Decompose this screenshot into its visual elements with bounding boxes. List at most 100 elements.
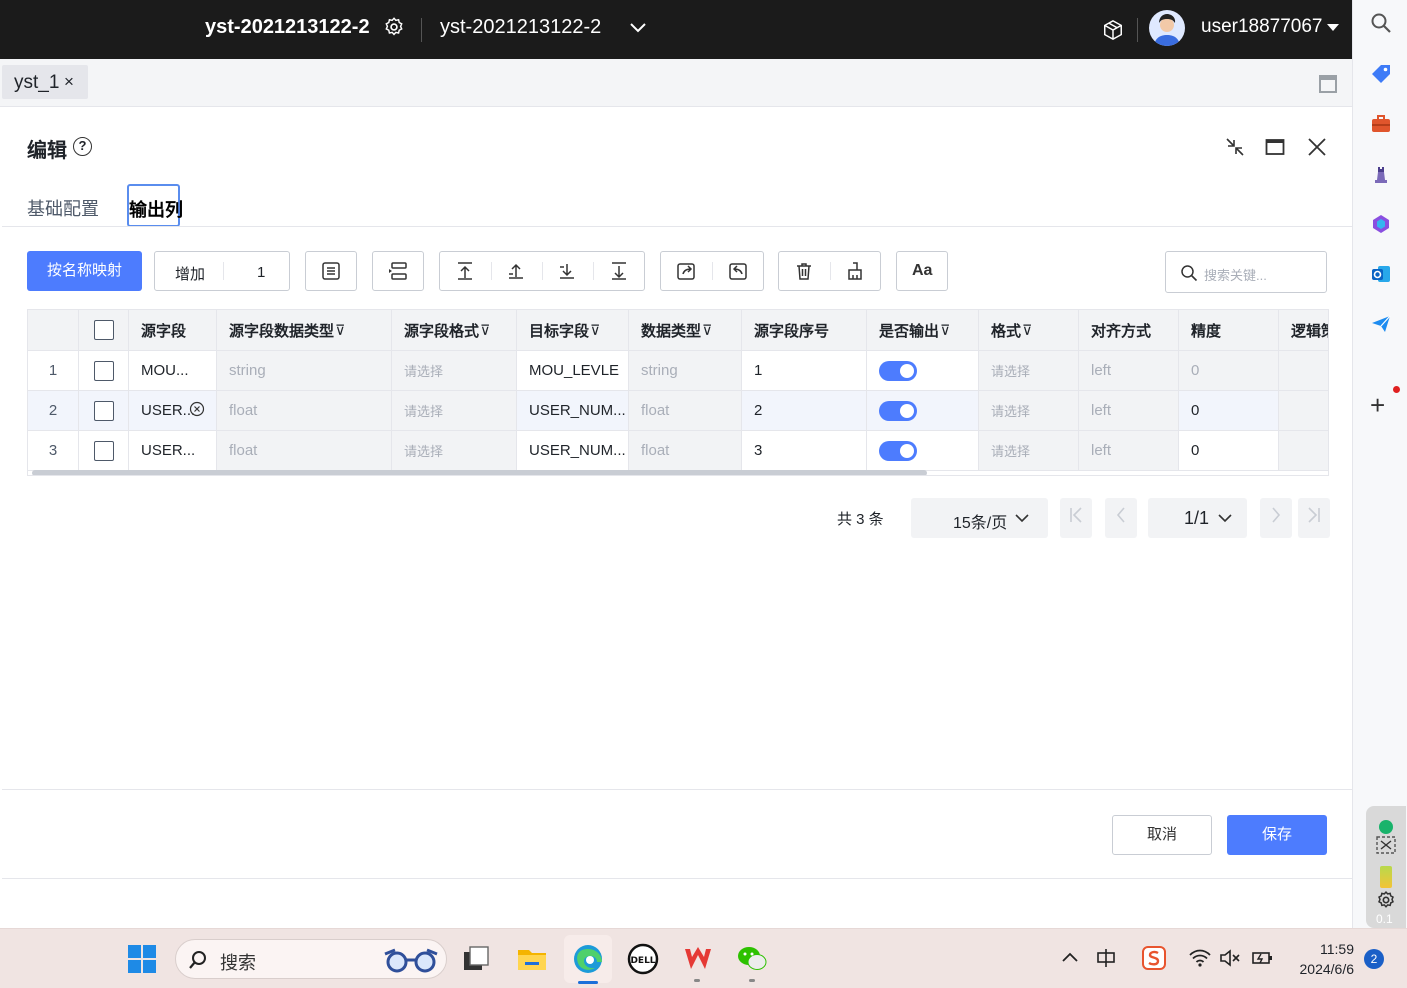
clock[interactable]: 11:59 2024/6/6 [1292, 939, 1355, 979]
format-button[interactable]: Aa [896, 251, 948, 291]
tab-yst-1[interactable]: yst_1 × [2, 65, 88, 99]
copilot-icon[interactable] [1368, 211, 1394, 237]
target-field-input[interactable]: USER_NUM... [517, 391, 629, 430]
volume-muted-icon[interactable] [1219, 948, 1241, 968]
first-page-button[interactable] [1060, 498, 1092, 538]
screenshot-icon[interactable] [1376, 836, 1396, 854]
add-count-input[interactable]: 1 [257, 264, 265, 281]
settings-icon[interactable] [1376, 890, 1396, 910]
filter-icon[interactable]: ⊽ [940, 322, 950, 339]
list-view-button[interactable] [305, 251, 357, 291]
import-icon[interactable] [728, 261, 748, 281]
outlook-icon[interactable] [1368, 261, 1394, 287]
precision-input[interactable]: 0 [1179, 391, 1279, 430]
search-input[interactable]: 搜索关键... [1165, 251, 1327, 293]
delete-icon[interactable] [794, 261, 814, 281]
move-top-icon[interactable] [455, 261, 475, 281]
source-seq-input[interactable]: 1 [742, 351, 867, 390]
clear-circle-icon[interactable] [189, 401, 205, 417]
wps-icon[interactable] [682, 943, 714, 975]
source-field-cell[interactable]: USER... [129, 431, 217, 470]
last-page-button[interactable] [1298, 498, 1330, 538]
search-icon[interactable] [1368, 10, 1394, 36]
wechat-icon[interactable] [736, 943, 768, 975]
target-field-input[interactable]: MOU_LEVLE [517, 351, 629, 390]
filter-icon[interactable]: ⊽ [335, 322, 345, 339]
dell-icon[interactable]: DELL [627, 943, 659, 975]
horizontal-scrollbar[interactable] [32, 470, 927, 475]
gear-icon[interactable] [383, 16, 405, 38]
user-menu-caret-icon[interactable] [1327, 24, 1339, 31]
precision-input[interactable]: 0 [1179, 431, 1279, 470]
chevron-up-icon[interactable] [1061, 951, 1079, 963]
target-field-input[interactable]: USER_NUM... [517, 431, 629, 470]
row-checkbox[interactable] [93, 360, 114, 381]
wifi-icon[interactable] [1189, 948, 1211, 968]
sogou-icon[interactable] [1142, 946, 1166, 970]
source-type-cell: float [217, 391, 392, 430]
select-all-checkbox[interactable] [93, 320, 114, 340]
layout-icon[interactable] [1319, 75, 1337, 93]
export-icon[interactable] [676, 261, 696, 281]
filter-icon[interactable]: ⊽ [702, 322, 712, 339]
row-checkbox[interactable] [93, 400, 114, 421]
help-icon[interactable]: ? [73, 137, 92, 156]
move-bottom-icon[interactable] [609, 261, 629, 281]
source-format-select: 请选择 [392, 391, 517, 430]
map-by-name-button[interactable]: 按名称映射 [27, 251, 142, 291]
save-button[interactable]: 保存 [1227, 815, 1327, 855]
page-select[interactable]: 1/1 [1148, 498, 1247, 538]
output-toggle[interactable] [879, 360, 917, 381]
collapse-icon[interactable] [1224, 136, 1246, 158]
add-button[interactable]: 增加 [175, 263, 205, 284]
header-precision: 精度 [1179, 310, 1279, 350]
filter-icon[interactable]: ⊽ [480, 322, 490, 339]
tag-icon[interactable] [1368, 61, 1394, 87]
source-type-cell: string [217, 351, 392, 390]
briefcase-icon[interactable] [1368, 111, 1394, 137]
close-icon[interactable] [1306, 136, 1328, 158]
source-seq-input[interactable]: 2 [742, 391, 867, 430]
windows-start-icon[interactable] [126, 943, 158, 975]
move-up-icon[interactable] [506, 261, 526, 281]
output-toggle[interactable] [879, 400, 917, 421]
cancel-button[interactable]: 取消 [1112, 815, 1212, 855]
source-field-cell[interactable]: MOU... [129, 351, 217, 390]
ime-icon[interactable] [1095, 947, 1117, 969]
filter-icon[interactable]: ⊽ [590, 322, 600, 339]
notification-dot-icon [1393, 386, 1400, 393]
page-size-select[interactable]: 15条/页 [911, 498, 1048, 538]
task-view-icon[interactable] [460, 943, 492, 975]
taskbar-search[interactable]: 搜索 [175, 939, 447, 979]
source-seq-input[interactable]: 3 [742, 431, 867, 470]
cube-icon[interactable] [1102, 19, 1124, 41]
floating-widget[interactable]: 0.1 [1366, 806, 1406, 928]
close-icon[interactable]: × [64, 72, 74, 92]
move-down-icon[interactable] [557, 261, 577, 281]
chevron-down-icon[interactable] [628, 18, 648, 38]
maximize-icon[interactable] [1264, 136, 1286, 158]
filter-icon[interactable]: ⊽ [1022, 322, 1032, 339]
next-page-button[interactable] [1260, 498, 1292, 538]
file-explorer-icon[interactable] [516, 943, 548, 975]
insert-row-button[interactable] [372, 251, 424, 291]
chess-icon[interactable] [1368, 161, 1394, 187]
edge-browser-icon[interactable] [572, 943, 604, 975]
send-icon[interactable] [1368, 311, 1394, 337]
clear-brush-icon[interactable] [845, 261, 865, 281]
source-field-cell[interactable]: USER... [129, 391, 217, 430]
add-icon[interactable]: + [1370, 390, 1385, 421]
format-select: 请选择 [979, 391, 1079, 430]
output-toggle[interactable] [879, 440, 917, 461]
battery-icon[interactable] [1250, 948, 1274, 968]
workspace-selector[interactable]: yst-2021213122-2 [440, 16, 601, 39]
tab-output-columns[interactable]: 输出列 [127, 184, 183, 227]
table-row: 1 MOU... string 请选择 MOU_LEVLE string 1 请… [28, 351, 1328, 391]
row-checkbox[interactable] [93, 440, 114, 461]
notification-badge[interactable]: 2 [1364, 949, 1384, 969]
username[interactable]: user18877067 [1201, 16, 1323, 38]
tab-basic-config[interactable]: 基础配置 [27, 195, 99, 221]
source-field-value: USER... [141, 402, 196, 419]
avatar[interactable] [1149, 10, 1185, 46]
prev-page-button[interactable] [1105, 498, 1137, 538]
